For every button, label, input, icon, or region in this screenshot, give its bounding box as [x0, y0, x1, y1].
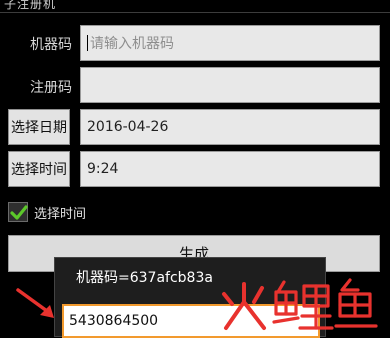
select-date-button[interactable]: 选择日期 [8, 109, 70, 145]
app-window: 子注册机 机器码 请输入机器码 注册码 选择日期 2016-04-26 选择时间… [0, 0, 390, 338]
app-title: 子注册机 [4, 0, 57, 11]
select-time-button[interactable]: 选择时间 [8, 151, 70, 187]
date-field[interactable]: 2016-04-26 [80, 109, 380, 145]
machine-code-result: 机器码=637afcb83a [76, 270, 213, 286]
register-code-input[interactable] [80, 67, 380, 103]
fish-logo [222, 278, 378, 330]
machine-code-label: 机器码 [30, 37, 72, 53]
time-field[interactable]: 9:24 [80, 151, 380, 187]
register-code-value: 5430864500 [69, 313, 159, 329]
machine-code-input[interactable]: 请输入机器码 [80, 25, 380, 61]
text-caret [87, 35, 88, 51]
register-code-label: 注册码 [30, 80, 72, 96]
time-value: 9:24 [87, 161, 119, 177]
title-divider [0, 12, 390, 13]
machine-code-placeholder: 请输入机器码 [90, 36, 174, 52]
select-time-checkbox-row[interactable]: 选择时间 [8, 202, 86, 222]
date-value: 2016-04-26 [87, 119, 169, 135]
checkbox-label: 选择时间 [34, 206, 87, 222]
red-arrow-icon [16, 288, 54, 318]
select-time-checkbox[interactable] [8, 202, 28, 222]
check-icon [10, 205, 28, 220]
